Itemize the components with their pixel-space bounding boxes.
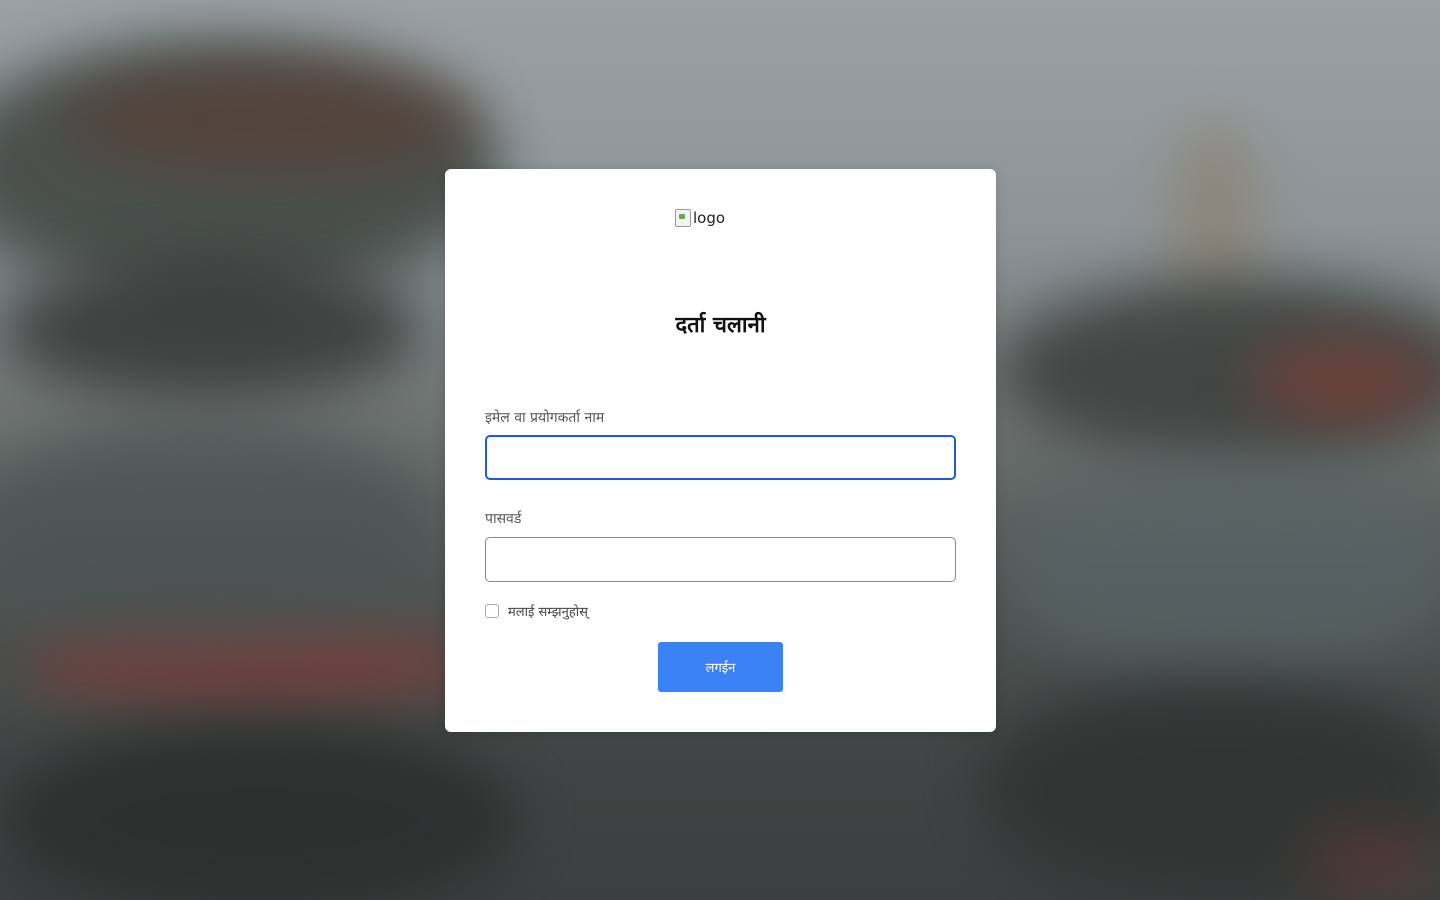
logo: logo	[675, 209, 725, 227]
remember-me[interactable]: मलाई सम्झनुहोस्	[485, 602, 588, 620]
remember-checkbox[interactable]	[485, 604, 499, 618]
broken-image-icon	[675, 209, 691, 227]
login-card: logo दर्ता चलानी इमेल वा प्रयोगकर्ता नाम…	[445, 169, 996, 732]
username-input[interactable]	[485, 435, 956, 480]
page-title: दर्ता चलानी	[675, 313, 766, 338]
password-input[interactable]	[485, 537, 956, 582]
logo-alt-text: logo	[693, 209, 726, 227]
remember-label: मलाई सम्झनुहोस्	[508, 605, 588, 620]
username-label: इमेल वा प्रयोगकर्ता नाम	[485, 410, 605, 426]
login-button[interactable]: लगईन	[658, 642, 783, 692]
password-label: पासवर्ड	[485, 511, 522, 527]
